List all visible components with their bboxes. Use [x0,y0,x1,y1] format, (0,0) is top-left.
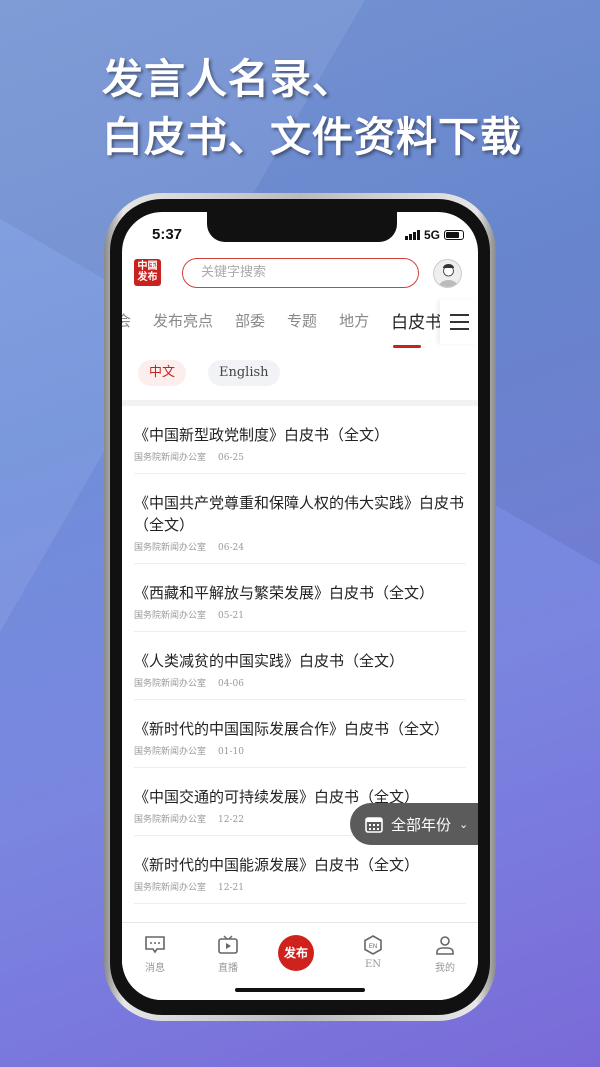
item-source: 国务院新闻办公室 [134,543,207,553]
user-icon [436,936,454,955]
status-icons: 5G [404,228,464,242]
nav-en[interactable]: EN EN [348,935,398,970]
item-title: 《人类减贫的中国实践》白皮书（全文） [134,652,405,670]
item-source: 国务院新闻办公室 [134,453,207,463]
notch [207,212,397,242]
item-date: 12-22 [218,815,244,825]
tab-white-papers[interactable]: 白皮书 [391,308,442,333]
tab-hui[interactable]: 会 [122,310,131,333]
item-date: 06-25 [218,453,244,463]
nav-live[interactable]: 直播 [203,935,253,974]
network-label: 5G [423,228,440,242]
list-item[interactable]: 《新时代的中国能源发展》白皮书（全文） 国务院新闻办公室 12-21 [134,836,466,904]
tab-highlights[interactable]: 发布亮点 [153,310,213,333]
item-date: 05-21 [218,611,244,621]
tv-icon [218,935,238,954]
item-title: 《中国共产党尊重和保障人权的伟大实践》白皮书（全文） [134,494,465,534]
lang-english-button[interactable]: English [208,360,280,386]
search-input[interactable]: 关键字搜索 [182,258,419,288]
year-filter-label: 全部年份 [391,815,452,834]
active-tab-indicator [393,345,421,348]
tab-topics[interactable]: 专题 [287,310,317,333]
item-date: 06-24 [218,543,244,553]
nav-label: 消息 [145,963,165,974]
nav-label: EN [364,959,382,970]
lang-chinese-button[interactable]: 中文 [138,360,187,386]
signal-icon [404,230,420,240]
menu-icon[interactable] [440,300,478,344]
item-source: 国务院新闻办公室 [134,611,207,621]
nav-mine[interactable]: 我的 [420,935,470,974]
item-source: 国务院新闻办公室 [134,679,207,689]
nav-label: 直播 [218,963,238,974]
item-date: 12-21 [218,883,244,893]
nav-messages[interactable]: 消息 [130,935,180,974]
svg-text:EN: EN [369,944,377,950]
avatar[interactable] [433,259,462,288]
item-title: 《西藏和平解放与繁荣发展》白皮书（全文） [134,584,435,602]
item-date: 04-06 [218,679,244,689]
status-time: 5:37 [152,226,183,243]
item-title: 《新时代的中国能源发展》白皮书（全文） [134,856,420,874]
item-source: 国务院新闻办公室 [134,883,207,893]
list-item[interactable]: 《中国新型政党制度》白皮书（全文） 国务院新闻办公室 06-25 [134,406,466,474]
category-tabs: 会 发布亮点 部委 专题 地方 白皮书 [122,310,442,333]
battery-icon [444,230,464,240]
headline-line1: 发言人名录、 [102,55,354,103]
year-filter-button[interactable]: 全部年份 ⌄ [350,803,478,845]
nav-label: 我的 [435,963,455,974]
item-title: 《中国新型政党制度》白皮书（全文） [134,426,390,444]
calendar-icon [365,817,383,833]
item-source: 国务院新闻办公室 [134,747,207,757]
publish-button[interactable]: 发布 [278,935,314,971]
chevron-down-icon: ⌄ [459,817,469,831]
item-date: 01-10 [218,747,244,757]
item-source: 国务院新闻办公室 [134,815,207,825]
phone-screen: 5:37 5G 中国 发布 关键字搜索 会 发布亮点 部委 专题 地方 白皮书 中… [122,212,478,1000]
headline-line2: 白皮书、文件资料下载 [102,113,522,161]
tab-local[interactable]: 地方 [339,310,369,333]
home-indicator[interactable] [235,988,365,992]
item-title: 《新时代的中国国际发展合作》白皮书（全文） [134,720,450,738]
headline: 发言人名录、 白皮书、文件资料下载 [102,50,522,166]
app-logo[interactable]: 中国 发布 [134,259,161,286]
list-item[interactable]: 《人类减贫的中国实践》白皮书（全文） 国务院新闻办公室 04-06 [134,632,466,700]
message-icon [145,936,165,954]
list-item[interactable]: 《西藏和平解放与繁荣发展》白皮书（全文） 国务院新闻办公室 05-21 [134,564,466,632]
tab-ministries[interactable]: 部委 [235,310,265,333]
list-item[interactable]: 《中国共产党尊重和保障人权的伟大实践》白皮书（全文） 国务院新闻办公室 06-24 [134,474,466,564]
en-hexagon-icon: EN [364,935,382,955]
list-item[interactable]: 《新时代的中国国际发展合作》白皮书（全文） 国务院新闻办公室 01-10 [134,700,466,768]
